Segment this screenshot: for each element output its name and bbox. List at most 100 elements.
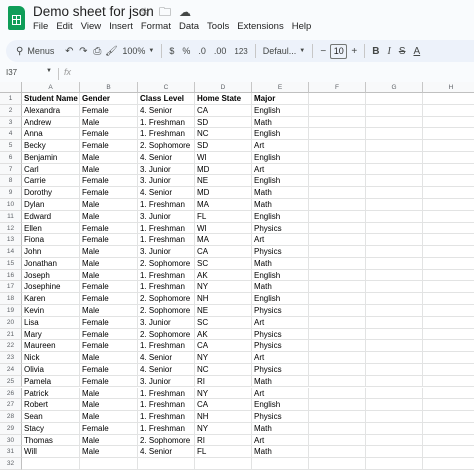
- cell-g23[interactable]: [366, 352, 423, 364]
- cell-b32[interactable]: [80, 458, 138, 470]
- column-header[interactable]: D: [195, 82, 252, 93]
- cell-h7[interactable]: [423, 164, 474, 176]
- cell-d28[interactable]: NH: [195, 411, 252, 423]
- cell-a12[interactable]: Ellen: [22, 222, 80, 235]
- cell-d6[interactable]: WI: [195, 151, 252, 164]
- cell-d11[interactable]: FL: [195, 210, 252, 223]
- column-header[interactable]: E: [252, 82, 309, 93]
- cell-c15[interactable]: 2. Sophomore: [138, 257, 195, 270]
- cell-c31[interactable]: 4. Senior: [138, 446, 195, 459]
- print-icon[interactable]: ⎙: [90, 46, 104, 57]
- cell-h11[interactable]: [423, 211, 474, 223]
- cell-g26[interactable]: [366, 387, 423, 400]
- cell-c7[interactable]: 3. Junior: [138, 163, 195, 176]
- cell-b21[interactable]: Female: [80, 328, 138, 341]
- cell-c32[interactable]: [138, 458, 195, 470]
- cell-g5[interactable]: [366, 140, 423, 152]
- cell-c30[interactable]: 2. Sophomore: [138, 434, 195, 447]
- cell-h24[interactable]: [423, 364, 474, 376]
- decrease-font-size-icon[interactable]: −: [316, 46, 330, 57]
- row-header[interactable]: 20: [0, 316, 22, 329]
- cell-e30[interactable]: Art: [252, 434, 309, 447]
- cell-d24[interactable]: NC: [195, 363, 252, 376]
- cell-e16[interactable]: English: [252, 269, 309, 282]
- row-header[interactable]: 28: [0, 411, 22, 423]
- cell-e7[interactable]: Art: [252, 163, 309, 176]
- cell-h28[interactable]: [423, 411, 474, 423]
- cell-e24[interactable]: Physics: [252, 363, 309, 376]
- cell-c6[interactable]: 4. Senior: [138, 151, 195, 164]
- column-header[interactable]: F: [309, 82, 366, 93]
- row-header[interactable]: 27: [0, 399, 22, 412]
- cell-f18[interactable]: [309, 293, 366, 306]
- cell-e20[interactable]: Art: [252, 316, 309, 329]
- cell-d21[interactable]: AK: [195, 328, 252, 341]
- increase-font-size-icon[interactable]: +: [347, 46, 361, 57]
- cell-f15[interactable]: [309, 257, 366, 270]
- cell-d23[interactable]: NY: [195, 352, 252, 364]
- cell-d20[interactable]: SC: [195, 316, 252, 329]
- cell-f23[interactable]: [309, 352, 366, 364]
- cell-e28[interactable]: Physics: [252, 411, 309, 423]
- cell-h9[interactable]: [423, 187, 474, 199]
- cell-d27[interactable]: CA: [195, 399, 252, 412]
- cell-c18[interactable]: 2. Sophomore: [138, 293, 195, 306]
- column-header[interactable]: G: [366, 82, 423, 93]
- cell-f21[interactable]: [309, 328, 366, 341]
- cell-d2[interactable]: CA: [195, 104, 252, 117]
- cell-b9[interactable]: Female: [80, 187, 138, 199]
- menu-view[interactable]: View: [77, 21, 105, 32]
- cell-h19[interactable]: [423, 305, 474, 317]
- cell-a1[interactable]: Student Name: [22, 93, 80, 105]
- cell-a10[interactable]: Dylan: [22, 199, 80, 211]
- cloud-saved-icon[interactable]: ☁: [178, 5, 192, 19]
- cell-e29[interactable]: Math: [252, 422, 309, 435]
- cell-a30[interactable]: Thomas: [22, 434, 80, 447]
- row-header[interactable]: 4: [0, 128, 22, 141]
- cell-e27[interactable]: English: [252, 399, 309, 412]
- cell-f20[interactable]: [309, 316, 366, 329]
- strikethrough-button[interactable]: S: [395, 46, 410, 57]
- cell-b2[interactable]: Female: [80, 104, 138, 117]
- cell-c13[interactable]: 1. Freshman: [138, 234, 195, 247]
- cell-b1[interactable]: Gender: [80, 93, 138, 105]
- menu-data[interactable]: Data: [175, 21, 203, 32]
- menu-tools[interactable]: Tools: [203, 21, 233, 32]
- cell-g11[interactable]: [366, 210, 423, 223]
- cell-c21[interactable]: 2. Sophomore: [138, 328, 195, 341]
- cell-g10[interactable]: [366, 199, 423, 211]
- cell-g22[interactable]: [366, 340, 423, 353]
- cell-b26[interactable]: Male: [80, 387, 138, 400]
- cell-c17[interactable]: 1. Freshman: [138, 281, 195, 294]
- cell-h3[interactable]: [423, 117, 474, 129]
- cell-e32[interactable]: [252, 458, 309, 470]
- cell-e14[interactable]: Physics: [252, 246, 309, 258]
- cell-f13[interactable]: [309, 234, 366, 247]
- cell-b10[interactable]: Male: [80, 199, 138, 211]
- cell-f3[interactable]: [309, 116, 366, 129]
- cell-f17[interactable]: [309, 281, 366, 294]
- cell-h17[interactable]: [423, 281, 474, 294]
- cell-g8[interactable]: [366, 175, 423, 188]
- cell-c14[interactable]: 3. Junior: [138, 246, 195, 258]
- cell-d1[interactable]: Home State: [195, 93, 252, 105]
- cell-b25[interactable]: Female: [80, 375, 138, 388]
- cell-c8[interactable]: 3. Junior: [138, 175, 195, 188]
- cell-h30[interactable]: [423, 435, 474, 447]
- cell-a23[interactable]: Nick: [22, 352, 80, 364]
- cell-f32[interactable]: [309, 458, 366, 470]
- cell-b11[interactable]: Male: [80, 210, 138, 223]
- cell-f9[interactable]: [309, 187, 366, 199]
- cell-e15[interactable]: Math: [252, 257, 309, 270]
- row-header[interactable]: 14: [0, 246, 22, 258]
- cell-g21[interactable]: [366, 328, 423, 341]
- cell-f5[interactable]: [309, 140, 366, 152]
- cell-d32[interactable]: [195, 458, 252, 470]
- cell-f27[interactable]: [309, 399, 366, 412]
- cell-a5[interactable]: Becky: [22, 140, 80, 152]
- cell-b16[interactable]: Male: [80, 269, 138, 282]
- row-header[interactable]: 11: [0, 210, 22, 223]
- cell-g3[interactable]: [366, 116, 423, 129]
- cell-h10[interactable]: [423, 199, 474, 211]
- cell-h2[interactable]: [423, 105, 474, 117]
